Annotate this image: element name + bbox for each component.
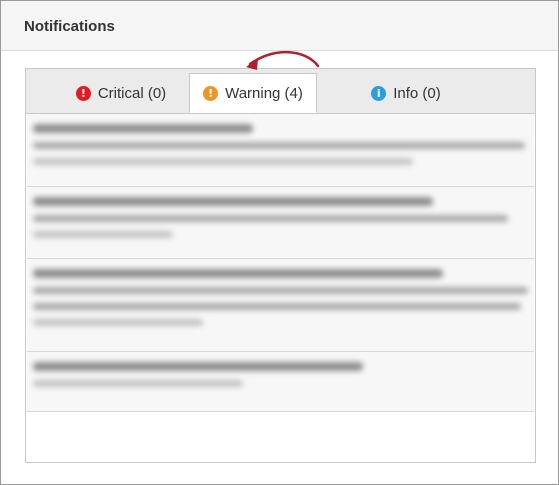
critical-icon: !: [75, 85, 91, 101]
blurred-content: [27, 259, 534, 326]
tab-bar: ! Critical (0) ! Warning (4) i Info (0): [26, 69, 535, 114]
list-item[interactable]: [27, 352, 534, 412]
panel-title: Notifications: [24, 18, 115, 35]
tab-warning-label: Warning (4): [225, 84, 303, 102]
blurred-content: [27, 114, 534, 165]
list-item[interactable]: [27, 259, 534, 352]
panel-header: Notifications: [1, 1, 558, 51]
tab-warning[interactable]: ! Warning (4): [189, 73, 317, 113]
warning-icon: !: [203, 85, 219, 101]
list-item[interactable]: [27, 187, 534, 259]
tab-info[interactable]: i Info (0): [351, 73, 461, 113]
info-icon: i: [371, 85, 387, 101]
panel-body: ! Critical (0) ! Warning (4) i Info (0): [1, 51, 558, 484]
notifications-panel: Notifications ! Critical (0) ! Warning (…: [0, 0, 559, 485]
notifications-card: ! Critical (0) ! Warning (4) i Info (0): [25, 68, 536, 463]
blurred-content: [27, 187, 534, 238]
tab-critical[interactable]: ! Critical (0): [58, 73, 184, 113]
warning-list: [27, 114, 534, 412]
tab-info-label: Info (0): [393, 84, 441, 102]
tab-critical-label: Critical (0): [97, 84, 167, 102]
blurred-content: [27, 352, 534, 387]
list-item[interactable]: [27, 114, 534, 187]
